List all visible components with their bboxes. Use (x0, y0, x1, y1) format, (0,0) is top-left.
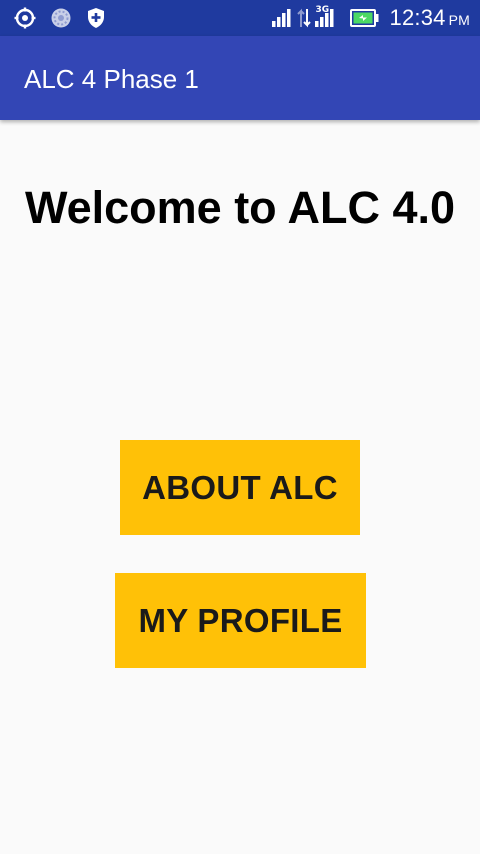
battery-charging-icon (349, 9, 380, 27)
data-arrows-icon (296, 7, 311, 29)
notification-icons (14, 6, 106, 30)
clock-time: 12:34 (389, 5, 446, 30)
app-bar: ALC 4 Phase 1 (0, 36, 480, 120)
status-bar: 3G 12:34 PM (0, 0, 480, 36)
network-type-label: 3G (315, 5, 330, 15)
signal-icon (271, 8, 293, 28)
clock: 12:34 PM (390, 5, 470, 31)
app-title: ALC 4 Phase 1 (24, 64, 199, 94)
android-debug-icon (14, 7, 36, 29)
my-profile-button[interactable]: MY PROFILE (115, 573, 366, 668)
shield-plus-icon (86, 7, 106, 29)
welcome-heading: Welcome to ALC 4.0 (24, 182, 456, 233)
clock-ampm: PM (448, 12, 470, 28)
signal-3g-icon: 3G (314, 5, 336, 28)
sync-icon (50, 7, 72, 29)
about-alc-button[interactable]: ABOUT ALC (120, 440, 360, 535)
system-status: 3G 12:34 PM (271, 0, 470, 36)
